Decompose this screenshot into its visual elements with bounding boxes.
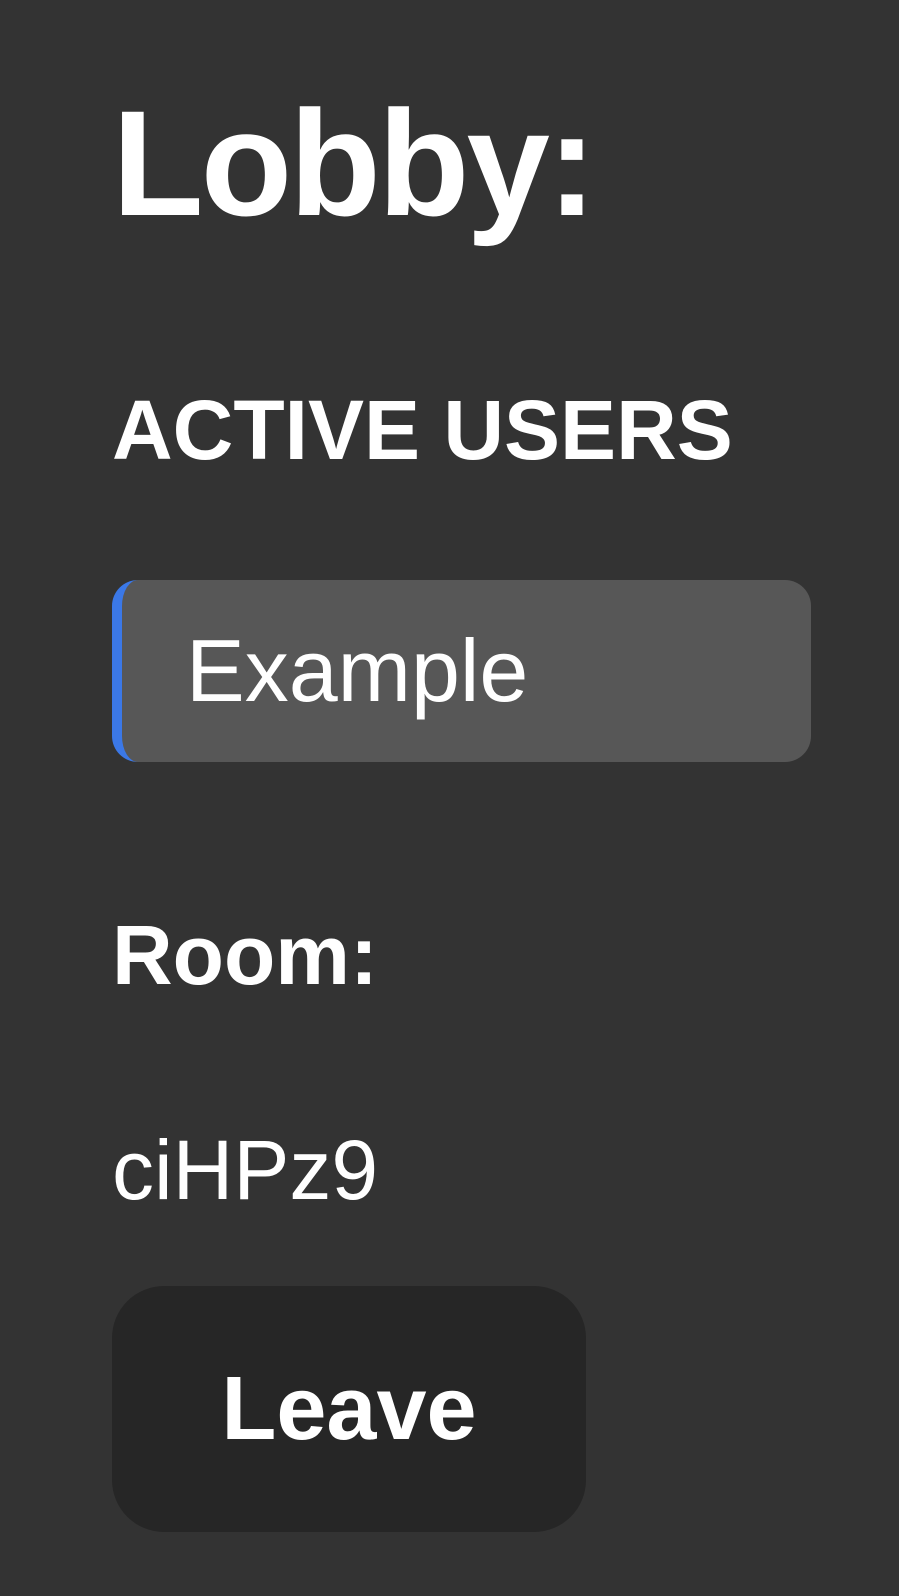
active-users-heading: ACTIVE USERS bbox=[112, 383, 733, 477]
leave-button[interactable]: Leave bbox=[112, 1286, 586, 1532]
active-users-list: Example bbox=[112, 580, 811, 762]
room-code: ciHPz9 bbox=[112, 1123, 379, 1217]
lobby-title: Lobby: bbox=[112, 79, 597, 247]
user-list-item[interactable]: Example bbox=[112, 580, 811, 762]
room-label: Room: bbox=[112, 908, 378, 1002]
user-name: Example bbox=[186, 621, 529, 720]
